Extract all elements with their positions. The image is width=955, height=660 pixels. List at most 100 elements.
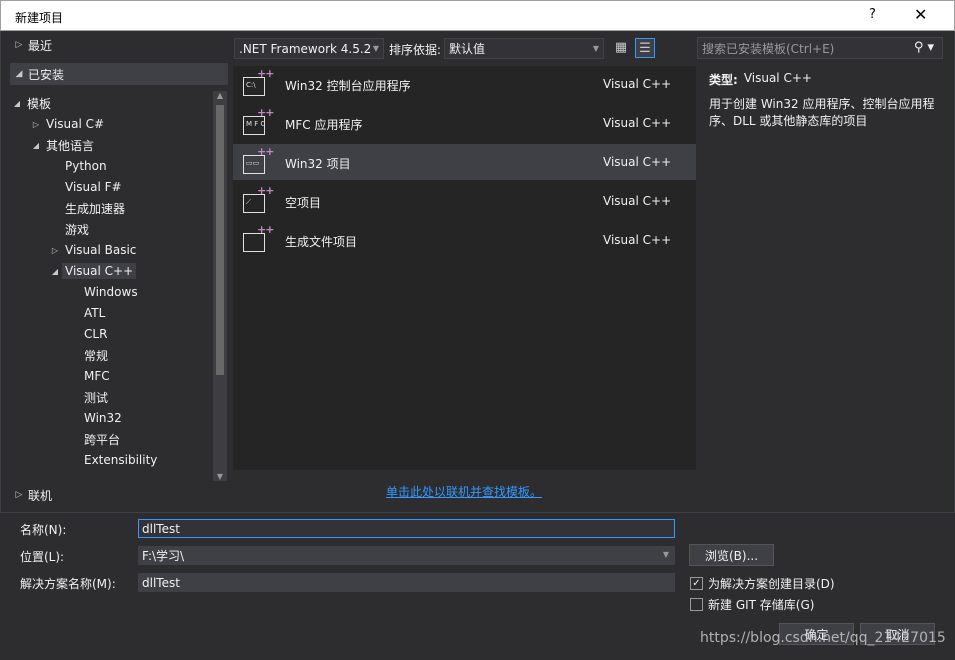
expand-arrow-icon: ▷ [15, 490, 23, 500]
search-icon[interactable]: ⚲ ▾ [914, 40, 934, 55]
description-text: 用于创建 Win32 应用程序、控制台应用程序、DLL 或其他静态库的项目 [709, 97, 935, 128]
cpp-template-icon: M F C ++ [241, 106, 274, 137]
tree-node[interactable]: Windows [67, 282, 141, 302]
template-icon-text: C:\ [246, 81, 256, 89]
template-item[interactable]: ++ 生成文件项目 Visual C++ [233, 222, 696, 258]
tree-node-label: Extensibility [84, 453, 158, 467]
template-name: 生成文件项目 [285, 235, 358, 249]
expand-arrow-icon: ▷ [15, 40, 23, 50]
sort-value: 默认值 [449, 42, 486, 56]
section-online[interactable]: ▷ 联机 [10, 484, 228, 506]
chevron-down-icon: ▼ [592, 44, 599, 53]
tree-node[interactable]: ◢ Visual C++ [48, 261, 137, 281]
tree-node[interactable]: 常规 [67, 345, 111, 365]
sort-dropdown[interactable]: 默认值 ▼ [444, 38, 604, 59]
tree-node[interactable]: Win32 [67, 408, 125, 428]
tree-node[interactable]: ◢ 模板 [10, 93, 54, 113]
grid-view-icon[interactable]: ▦ [611, 38, 631, 58]
list-view-icon[interactable]: ☰ [635, 38, 655, 58]
tree-arrow-icon[interactable]: ▷ [48, 246, 62, 255]
tree-arrow-icon[interactable]: ◢ [10, 99, 24, 108]
chevron-down-icon[interactable]: ▼ [663, 550, 669, 559]
tree-node[interactable]: Extensibility [67, 450, 160, 470]
tree-node[interactable]: Python [48, 156, 110, 176]
section-installed[interactable]: ◢ 已安装 [10, 63, 228, 85]
cpp-template-icon: ▭▭ ++ [241, 145, 274, 176]
tree-arrow-icon[interactable]: ◢ [48, 267, 62, 276]
tree-node[interactable]: ATL [67, 303, 108, 323]
tree-arrow-icon[interactable]: ▷ [29, 120, 43, 129]
tree-scrollbar[interactable]: ▲ ▼ [213, 91, 227, 481]
cpp-template-icon: ⟋ ++ [241, 184, 274, 215]
tree-node[interactable]: Visual F# [48, 177, 125, 197]
tree-node-label: Visual C# [46, 117, 105, 131]
template-item[interactable]: ⟋ ++ 空项目 Visual C++ [233, 183, 696, 219]
plus-plus-icon: ++ [257, 67, 274, 80]
template-icon-text: ▭▭ [246, 159, 260, 167]
tree-node[interactable]: MFC [67, 366, 113, 386]
name-value: dllTest [142, 521, 180, 536]
tree-node[interactable]: 游戏 [48, 219, 92, 239]
search-input[interactable]: 搜索已安装模板(Ctrl+E) [702, 40, 834, 57]
type-value: Visual C++ [743, 71, 812, 85]
tree-node-label: 模板 [27, 96, 52, 111]
tree-node[interactable]: 测试 [67, 387, 111, 407]
help-button[interactable]: ? [869, 7, 876, 22]
tree-node-label: 测试 [84, 390, 109, 405]
template-language: Visual C++ [603, 116, 672, 130]
framework-value: .NET Framework 4.5.2 [239, 41, 372, 56]
plus-plus-icon: ++ [257, 145, 274, 158]
tree-node-label: Visual C++ [62, 263, 137, 279]
solution-name-label: 解决方案名称(M): [20, 577, 116, 591]
template-item[interactable]: M F C ++ MFC 应用程序 Visual C++ [233, 105, 696, 141]
scroll-thumb[interactable] [216, 105, 224, 375]
browse-button[interactable]: 浏览(B)... [689, 544, 774, 566]
create-directory-label: 为解决方案创建目录(D) [708, 577, 835, 591]
tree-node-label: Python [65, 159, 107, 173]
section-recent-label: 最近 [28, 38, 53, 53]
template-list: C:\ ++ Win32 控制台应用程序 Visual C++ M F C ++ MFC 应… [233, 66, 696, 470]
online-templates-link[interactable]: 单击此处以联机并查找模板。 [386, 483, 542, 500]
template-language: Visual C++ [603, 155, 672, 169]
template-name: Win32 项目 [285, 157, 351, 171]
name-input[interactable]: dllTest [138, 519, 675, 538]
tree-node-label: 游戏 [65, 222, 90, 237]
solution-name-value: dllTest [142, 575, 180, 590]
template-item[interactable]: C:\ ++ Win32 控制台应用程序 Visual C++ [233, 66, 696, 102]
window-title: 新建项目 [15, 11, 64, 25]
solution-name-input[interactable]: dllTest [138, 573, 675, 592]
checkbox-icon[interactable] [690, 598, 703, 611]
tree-node[interactable]: 生成加速器 [48, 198, 128, 218]
chevron-down-icon: ▼ [372, 44, 379, 53]
scroll-up-icon[interactable]: ▲ [213, 91, 227, 100]
close-button[interactable]: ✕ [914, 5, 927, 24]
tree-node[interactable]: ▷ Visual C# [29, 114, 107, 134]
git-repo-label: 新建 GIT 存储库(G) [708, 598, 815, 612]
tree-node[interactable]: ▷ Visual Basic [48, 240, 139, 260]
section-recent[interactable]: ▷ 最近 [10, 34, 228, 56]
tree-node-label: 跨平台 [84, 432, 121, 447]
create-directory-checkbox[interactable]: ✓ 为解决方案创建目录(D) [690, 575, 835, 592]
plus-plus-icon: ++ [257, 223, 274, 236]
tree-node[interactable]: CLR [67, 324, 110, 344]
cpp-template-icon: C:\ ++ [241, 67, 274, 98]
template-name: Win32 控制台应用程序 [285, 79, 411, 93]
location-combobox[interactable]: F:\学习\ ▼ [138, 546, 675, 565]
tree-node-label: ATL [84, 306, 106, 320]
template-name: MFC 应用程序 [285, 118, 363, 132]
scroll-down-icon[interactable]: ▼ [213, 472, 227, 481]
tree-node-label: 其他语言 [46, 138, 95, 153]
plus-plus-icon: ++ [257, 106, 274, 119]
template-item[interactable]: ▭▭ ++ Win32 项目 Visual C++ [233, 144, 696, 180]
tree-node-label: Windows [84, 285, 138, 299]
location-label: 位置(L): [20, 550, 65, 564]
tree-node[interactable]: 跨平台 [67, 429, 123, 449]
framework-dropdown[interactable]: .NET Framework 4.5.2 ▼ [234, 38, 384, 59]
tree-node[interactable]: ◢ 其他语言 [29, 135, 97, 155]
template-name: 空项目 [285, 196, 322, 210]
git-repo-checkbox[interactable]: 新建 GIT 存储库(G) [690, 596, 814, 613]
tree-arrow-icon[interactable]: ◢ [29, 141, 43, 150]
checkbox-checked-icon[interactable]: ✓ [690, 577, 703, 590]
tree-node-label: Win32 [84, 411, 122, 425]
search-box[interactable]: 搜索已安装模板(Ctrl+E) ⚲ ▾ [697, 37, 943, 59]
